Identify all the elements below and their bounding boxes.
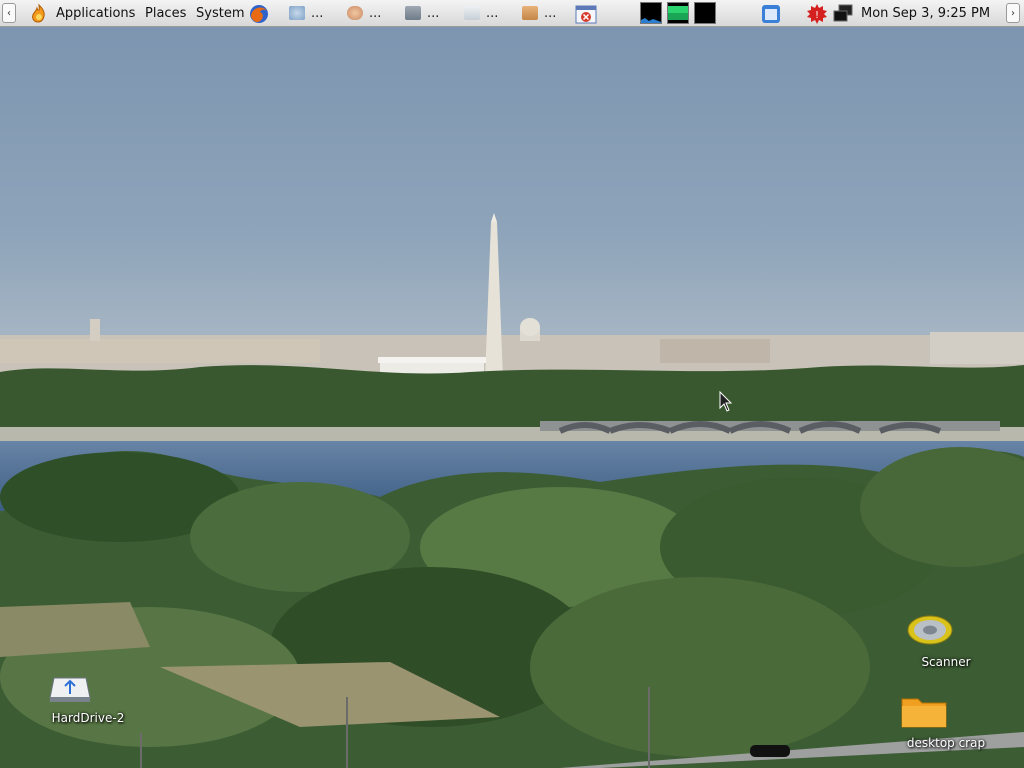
- task-user[interactable]: ...: [347, 3, 381, 23]
- task-label: ...: [311, 5, 324, 21]
- network-monitor-icon[interactable]: [694, 2, 716, 24]
- update-notifier-icon[interactable]: !: [806, 3, 828, 24]
- task-image-viewer[interactable]: ...: [405, 3, 439, 23]
- top-panel: ‹ Applications Places System ... ... ...…: [0, 0, 1024, 27]
- task-label: ...: [544, 5, 557, 21]
- wallpaper-scene: [0, 213, 1024, 768]
- folder-label: desktop crap: [906, 736, 986, 750]
- usb-drive-icon: [49, 674, 110, 704]
- cpu-monitor-icon[interactable]: [640, 2, 662, 24]
- harddrive-label: HardDrive-2: [51, 711, 125, 725]
- places-menu[interactable]: Places: [145, 6, 186, 21]
- task-label: ...: [486, 5, 499, 21]
- clock[interactable]: Mon Sep 3, 9:25 PM: [861, 6, 990, 21]
- applications-menu-icon[interactable]: [28, 3, 50, 25]
- dialog-task-icon: [464, 6, 480, 20]
- notes-applet-icon[interactable]: [760, 3, 782, 23]
- task-folder[interactable]: ...: [522, 3, 556, 23]
- folder-task-icon: [522, 6, 538, 20]
- panel-scroll-left-button[interactable]: ‹: [2, 3, 16, 23]
- desktop-wallpaper: HardDrive-2 Scanner desktop crap: [0, 27, 1024, 768]
- svg-text:!: !: [815, 10, 819, 21]
- task-dialog[interactable]: ...: [464, 3, 498, 23]
- scanner-label: Scanner: [921, 655, 971, 669]
- task-label: ...: [427, 5, 440, 21]
- web-browser-task-icon: [289, 6, 305, 20]
- task-web-browser[interactable]: ...: [289, 3, 323, 23]
- force-quit-icon[interactable]: [575, 3, 597, 24]
- scanner-icon-item[interactable]: Scanner: [906, 612, 986, 669]
- display-switch-icon[interactable]: [832, 3, 854, 23]
- applications-menu[interactable]: Applications: [56, 6, 135, 21]
- harddrive-icon-item[interactable]: HardDrive-2: [48, 674, 128, 725]
- panel-scroll-right-button[interactable]: ›: [1006, 3, 1020, 23]
- folder-icon-item[interactable]: desktop crap: [900, 695, 992, 750]
- firefox-launcher-icon[interactable]: [248, 3, 270, 23]
- user-task-icon: [347, 6, 363, 20]
- folder-icon: [901, 695, 970, 729]
- mouse-pointer-icon: [719, 391, 733, 412]
- memory-monitor-icon[interactable]: [667, 2, 689, 24]
- speaker-icon: [907, 612, 970, 648]
- task-label: ...: [369, 5, 382, 21]
- system-menu[interactable]: System: [196, 6, 244, 21]
- image-viewer-task-icon: [405, 6, 421, 20]
